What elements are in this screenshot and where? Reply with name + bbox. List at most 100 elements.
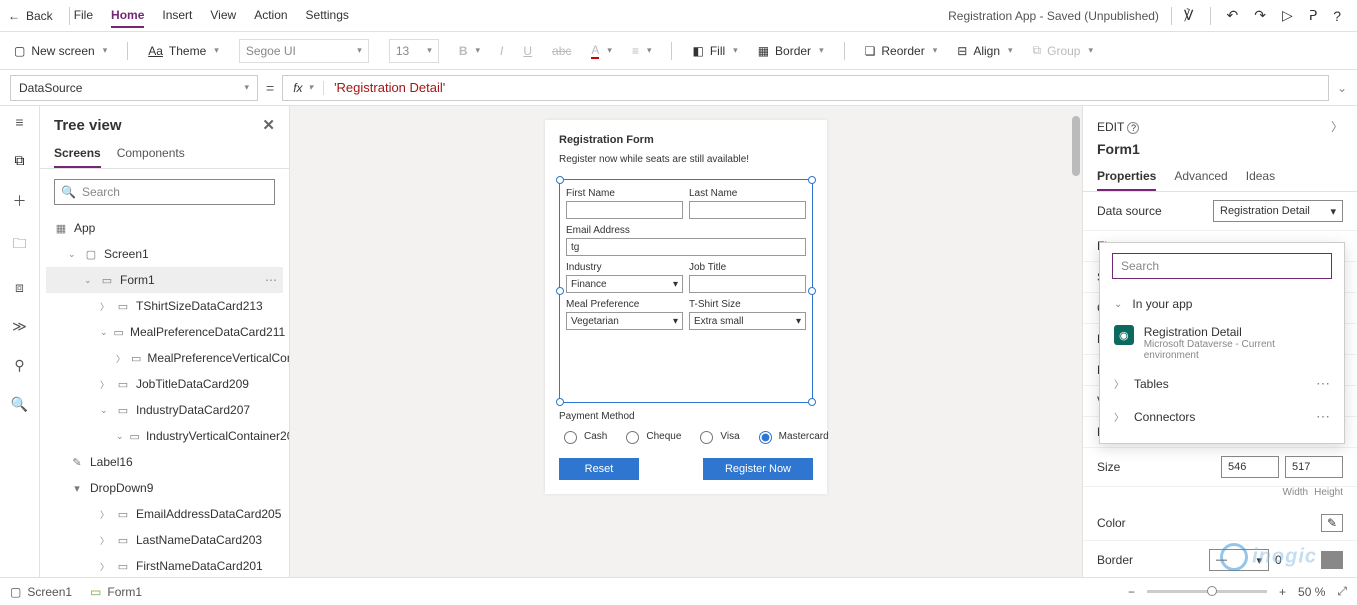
dropdown-tshirt[interactable]: Extra small▾: [689, 312, 806, 330]
tree-view-icon[interactable]: ⧉: [15, 152, 25, 169]
resize-handle[interactable]: [808, 176, 816, 184]
tree-node[interactable]: 〉▭LastNameDataCard203: [46, 527, 283, 553]
more-icon[interactable]: ⋯: [265, 273, 283, 287]
chevron-right-icon[interactable]: 〉: [1331, 118, 1343, 135]
dropdown-industry[interactable]: Finance▾: [566, 275, 683, 293]
tree-node[interactable]: ⌄▭IndustryVerticalContainer206: [46, 423, 283, 449]
font-name-dropdown[interactable]: Segoe UI ▾: [239, 39, 369, 63]
data-icon[interactable]: 🗀: [13, 233, 27, 257]
resize-handle[interactable]: [556, 176, 564, 184]
section-in-your-app[interactable]: ⌄ In your app: [1100, 289, 1344, 319]
zoom-slider[interactable]: [1147, 590, 1267, 593]
expand-formula-icon[interactable]: ⌄: [1337, 81, 1347, 95]
input-job[interactable]: [689, 275, 806, 293]
menu-settings[interactable]: Settings: [306, 4, 349, 28]
tree-node[interactable]: ✎Label16: [46, 449, 283, 475]
radio-mastercard[interactable]: Mastercard: [754, 428, 829, 444]
register-button[interactable]: Register Now: [703, 458, 813, 480]
tree-node[interactable]: 〉▭FirstNameDataCard201: [46, 553, 283, 577]
play-icon[interactable]: ▷: [1282, 7, 1293, 24]
input-email[interactable]: tg: [566, 238, 806, 256]
radio-cheque[interactable]: Cheque: [621, 428, 681, 444]
data-source-item[interactable]: ◉ Registration Detail Microsoft Datavers…: [1100, 319, 1344, 367]
align-button[interactable]: ⊟ Align▾: [957, 44, 1012, 58]
media-icon[interactable]: ⧈: [15, 279, 24, 296]
more-icon[interactable]: ⋯: [1316, 408, 1330, 425]
breadcrumb-screen[interactable]: ▢Screen1: [10, 585, 72, 599]
menu-home[interactable]: Home: [111, 4, 144, 28]
canvas[interactable]: Registration Form Register now while sea…: [290, 106, 1082, 577]
health-icon[interactable]: ℣: [1184, 7, 1194, 24]
bold-button[interactable]: B▾: [459, 44, 480, 58]
resize-handle[interactable]: [556, 287, 564, 295]
back-button[interactable]: ← Back: [8, 9, 53, 23]
help-icon[interactable]: ?: [1333, 8, 1341, 24]
tree-node[interactable]: ⌄▭MealPreferenceDataCard211: [46, 319, 283, 345]
italic-button[interactable]: I: [500, 44, 503, 58]
redo-icon[interactable]: ↷: [1254, 7, 1266, 24]
tab-screens[interactable]: Screens: [54, 140, 101, 168]
breadcrumb-form[interactable]: ▭Form1: [90, 585, 142, 599]
share-icon[interactable]: ᕈ: [1309, 7, 1317, 24]
menu-view[interactable]: View: [210, 4, 236, 28]
property-dropdown[interactable]: DataSource ▾: [10, 75, 258, 101]
more-icon[interactable]: ⋯: [1316, 375, 1330, 392]
formula-input[interactable]: fx▾ 'Registration Detail': [282, 75, 1329, 101]
tree-node[interactable]: 〉▭MealPreferenceVerticalContainer: [46, 345, 283, 371]
tree-node[interactable]: 〉▭JobTitleDataCard209: [46, 371, 283, 397]
align-text-button[interactable]: ≡▾: [632, 44, 652, 58]
zoom-out-icon[interactable]: −: [1128, 585, 1135, 599]
tree-node[interactable]: 〉▭EmailAddressDataCard205: [46, 501, 283, 527]
resize-handle[interactable]: [808, 398, 816, 406]
popover-search-input[interactable]: Search: [1112, 253, 1332, 279]
zoom-in-icon[interactable]: +: [1279, 585, 1286, 599]
tab-properties[interactable]: Properties: [1097, 163, 1156, 191]
fit-icon[interactable]: ⤢: [1337, 584, 1347, 599]
advanced-tools-icon[interactable]: ⚲: [14, 357, 24, 374]
color-picker-icon[interactable]: ✎: [1321, 514, 1343, 532]
variables-icon[interactable]: ≫: [12, 318, 27, 335]
input-first-name[interactable]: [566, 201, 683, 219]
reorder-button[interactable]: ❏ Reorder▾: [865, 44, 938, 58]
resize-handle[interactable]: [808, 287, 816, 295]
radio-visa[interactable]: Visa: [695, 428, 739, 444]
tree-node[interactable]: ▾DropDown9: [46, 475, 283, 501]
menu-insert[interactable]: Insert: [162, 4, 192, 28]
font-color-button[interactable]: A▾: [591, 43, 612, 59]
group-button[interactable]: ⧉ Group▾: [1033, 43, 1093, 58]
tree-node-app[interactable]: ▦ App: [46, 215, 283, 241]
search-icon[interactable]: 🔍: [11, 396, 28, 413]
tree-node[interactable]: ⌄▭Form1⋯: [46, 267, 283, 293]
reset-button[interactable]: Reset: [559, 458, 639, 480]
info-icon[interactable]: ?: [1127, 122, 1139, 134]
radio-cash[interactable]: Cash: [559, 428, 607, 444]
data-source-dropdown[interactable]: Registration Detail ▾: [1213, 200, 1343, 222]
border-button[interactable]: ▦ Border▾: [758, 44, 824, 58]
font-size-dropdown[interactable]: 13 ▾: [389, 39, 439, 63]
form1-selection[interactable]: First Name Last Name Email Addresstg Ind…: [559, 179, 813, 403]
canvas-scrollbar[interactable]: [1072, 116, 1080, 567]
tree-search-input[interactable]: 🔍 Search: [54, 179, 275, 205]
input-last-name[interactable]: [689, 201, 806, 219]
section-tables[interactable]: 〉Tables ⋯: [1100, 367, 1344, 400]
height-input[interactable]: 517: [1285, 456, 1343, 478]
dropdown-meal[interactable]: Vegetarian▾: [566, 312, 683, 330]
tree-node[interactable]: 〉▭TShirtSizeDataCard213: [46, 293, 283, 319]
new-screen-button[interactable]: ▢ New screen ▾: [14, 44, 107, 58]
width-input[interactable]: 546: [1221, 456, 1279, 478]
close-icon[interactable]: ✕: [262, 116, 275, 134]
tab-advanced[interactable]: Advanced: [1174, 163, 1227, 191]
insert-icon[interactable]: ＋: [13, 191, 27, 211]
section-connectors[interactable]: 〉Connectors ⋯: [1100, 400, 1344, 433]
hamburger-icon[interactable]: ≡: [15, 114, 23, 130]
menu-action[interactable]: Action: [254, 4, 287, 28]
undo-icon[interactable]: ↶: [1227, 7, 1239, 24]
resize-handle[interactable]: [556, 398, 564, 406]
theme-button[interactable]: Aa Theme ▾: [148, 44, 219, 58]
fx-icon[interactable]: fx▾: [283, 81, 324, 95]
border-color-swatch[interactable]: [1321, 551, 1343, 569]
tab-components[interactable]: Components: [117, 140, 185, 168]
tree-node[interactable]: ⌄▭IndustryDataCard207: [46, 397, 283, 423]
tab-ideas[interactable]: Ideas: [1246, 163, 1275, 191]
strike-button[interactable]: abc: [552, 44, 571, 58]
